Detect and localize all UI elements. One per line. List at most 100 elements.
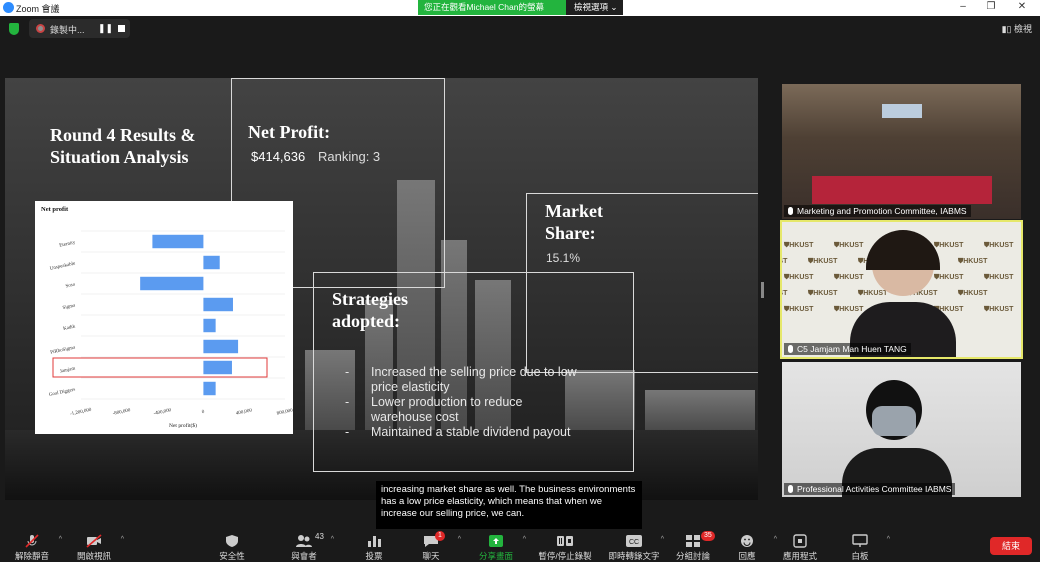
chevron-up-icon[interactable]: ^	[661, 536, 664, 543]
chart-x-tick-label: 0	[202, 410, 206, 416]
end-meeting-button[interactable]: 結束	[990, 537, 1032, 555]
minimize-icon[interactable]: –	[956, 1, 970, 12]
bullet-marker: -	[345, 395, 350, 409]
encryption-shield-icon[interactable]	[9, 23, 19, 35]
strategy-text: Lower production to reduce warehouse cos…	[371, 395, 523, 424]
strategies-list: - Increased the selling price due to low …	[345, 365, 585, 440]
hkust-logo-tile: ⛊HKUST	[934, 274, 964, 281]
view-options-button[interactable]: 檢視選項 ⌄	[566, 0, 623, 15]
participant-video-active-speaker[interactable]: ⛊HKUST ⛊HKUST ⛊HKUST ⛊HKUST ⛊HKUST ⛊HKUST ⛊HKU…	[780, 220, 1023, 359]
chevron-up-icon[interactable]: ^	[458, 536, 461, 543]
security-label: 安全性	[219, 551, 245, 561]
strategy-text: Increased the selling price due to low p…	[371, 365, 577, 394]
view-label: 檢視	[1013, 24, 1032, 34]
ranking-value: Ranking: 3	[318, 149, 381, 164]
chart-bar-sigma	[203, 297, 233, 312]
chat-badge: 1	[435, 531, 445, 541]
hkust-logo-tile: ⛊HKUST	[782, 258, 788, 265]
hkust-logo-tile: ⛊HKUST	[958, 290, 988, 297]
bullet-marker: -	[345, 425, 350, 439]
hkust-logo-tile: ⛊HKUST	[808, 290, 838, 297]
smiley-icon	[741, 535, 753, 547]
participants-label: 與會者	[291, 551, 317, 561]
meeting-toolbar: ^ 解除靜音 ^ 開啟視訊 安全性 43 ^ 與會者 投票 1 ^ 聊天 ^ 分…	[0, 530, 1040, 562]
building-image	[645, 390, 755, 430]
chart-bar-goal-diggers	[203, 381, 216, 396]
shield-icon	[226, 535, 238, 547]
bar-chart-icon	[368, 536, 381, 547]
close-icon[interactable]: ✕	[1015, 1, 1029, 12]
splitter-handle[interactable]	[761, 282, 764, 298]
hkust-logo-tile: ⛊HKUST	[984, 242, 1014, 249]
mic-icon	[788, 345, 793, 353]
whiteboard-label: 白板	[851, 551, 869, 561]
participants-icon	[296, 535, 312, 547]
share-screen-icon	[489, 535, 503, 547]
hkust-logo-tile: ⛊HKUST	[782, 290, 788, 297]
maximize-icon[interactable]: ❐	[984, 1, 998, 12]
security-button[interactable]: 安全性	[204, 530, 260, 562]
whiteboard-icon	[852, 534, 868, 547]
app-title: Zoom 會議	[16, 4, 60, 14]
pause-recording-button[interactable]: 暫停/停止錄製	[537, 530, 593, 562]
stop-recording-icon[interactable]	[118, 25, 125, 32]
strategy-item: - Maintained a stable dividend payout	[345, 425, 585, 440]
hkust-logo-tile: ⛊HKUST	[934, 242, 964, 249]
chart-x-tick-label: 400,000	[236, 408, 253, 416]
participant-video[interactable]: Professional Activities Committee IABMS	[782, 362, 1021, 497]
participant-name: Marketing and Promotion Committee, IABMS	[797, 206, 967, 216]
start-video-label: 開啟視訊	[76, 551, 111, 561]
net-profit-chart-svg: Net profit Eternity Unspeakable Soso Sigma Ka…	[41, 206, 293, 429]
svg-text:CC: CC	[629, 539, 639, 546]
chevron-up-icon[interactable]: ^	[887, 536, 890, 543]
live-caption: increasing market share as well. The bus…	[376, 481, 642, 529]
pause-recording-icon[interactable]: ❚❚	[98, 23, 113, 34]
chart-category-label: PiRhoSigma	[50, 345, 77, 355]
whiteboard-button[interactable]: ^ 白板	[832, 530, 890, 562]
chart-x-tick-label: -400,000	[153, 408, 172, 417]
live-transcript-button[interactable]: CC ^ 即時轉錄文字	[606, 530, 664, 562]
share-screen-label: 分享畫面	[478, 551, 513, 561]
chart-x-tick-label: 800,000	[276, 408, 293, 416]
recording-dot-icon	[36, 24, 45, 33]
chevron-up-icon[interactable]: ^	[523, 536, 526, 543]
chevron-up-icon[interactable]: ^	[331, 536, 334, 543]
chart-bar-soso	[140, 276, 204, 291]
participant-name: Professional Activities Committee IABMS	[797, 484, 952, 494]
share-screen-button[interactable]: ^ 分享畫面	[468, 530, 526, 562]
view-grid-icon: ▮▯	[1001, 24, 1012, 34]
apps-button[interactable]: 應用程式	[772, 530, 828, 562]
shared-screen: Round 4 Results & Situation Analysis Net…	[5, 78, 758, 500]
participants-button[interactable]: 43 ^ 與會者	[276, 530, 334, 562]
start-video-button[interactable]: ^ 開啟視訊	[66, 530, 124, 562]
unmute-button[interactable]: ^ 解除靜音	[4, 530, 62, 562]
chart-highlight-box	[52, 357, 268, 378]
mic-icon	[788, 485, 793, 493]
view-options-label: 檢視選項	[574, 2, 609, 12]
recording-label: 錄製中...	[50, 25, 85, 35]
video-off-icon	[86, 534, 102, 548]
net-profit-heading: Net Profit:	[248, 122, 331, 142]
chart-category-label: Sigma	[62, 303, 76, 311]
participant-video[interactable]: Marketing and Promotion Committee, IABMS	[782, 84, 1021, 219]
net-profit-value: $414,636	[251, 149, 306, 164]
chevron-up-icon[interactable]: ^	[121, 536, 124, 543]
chart-bar-jamjam	[203, 360, 232, 375]
hkust-logo-tile: ⛊HKUST	[784, 242, 814, 249]
pause-recording-label: 暫停/停止錄製	[538, 551, 592, 561]
muted-mic-icon	[25, 534, 39, 548]
chart-bar-eternity	[152, 234, 204, 249]
market-share-value: 15.1%	[546, 251, 581, 265]
strategies-heading: Strategies adopted:	[332, 289, 408, 331]
chart-x-tick-label: -1,200,000	[70, 408, 93, 417]
chat-button[interactable]: 1 ^ 聊天	[403, 530, 461, 562]
chevron-up-icon[interactable]: ^	[59, 536, 62, 543]
view-toggle-button[interactable]: ▮▯ 檢視	[1002, 22, 1032, 35]
hkust-logo-tile: ⛊HKUST	[984, 274, 1014, 281]
chart-category-label: Goal Diggers	[49, 388, 76, 398]
table-image	[812, 176, 992, 204]
viewing-banner: 您正在觀看Michael Chan的螢幕 檢視選項 ⌄	[418, 0, 623, 15]
chart-title: Net profit	[41, 206, 69, 213]
net-profit-chart: Net profit Eternity Unspeakable Soso Sigma Ka…	[35, 201, 293, 434]
chart-x-axis-label: Net profit($)	[169, 422, 197, 429]
